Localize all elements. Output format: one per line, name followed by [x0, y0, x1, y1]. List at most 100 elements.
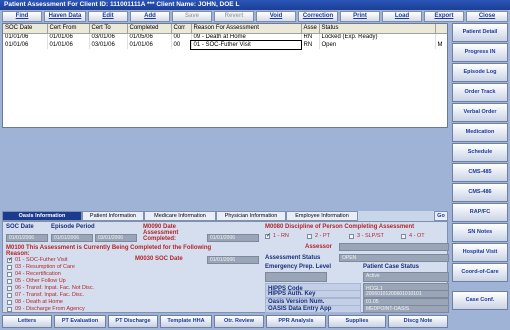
oasis-data-entry-app-field[interactable]: MEDPOINT-OASIS [363, 305, 449, 313]
discg-note-button[interactable]: Discg Note [388, 315, 448, 328]
sidebar-item-hospital-visit[interactable]: Hospital Visit [452, 243, 508, 262]
oasis-data-entry-app-label: OASIS Data Entry App [265, 305, 361, 313]
assessment-status-field[interactable]: OPEN [339, 254, 449, 262]
sidebar-item-medication[interactable]: Medication [452, 123, 508, 142]
column-header-reason[interactable]: Reason For Assessment [191, 24, 302, 34]
edit-button[interactable]: Edit [88, 11, 128, 22]
cell-cert-to: 03/01/06 [89, 33, 128, 41]
assessor-field[interactable] [339, 243, 449, 251]
reason-checkbox-09[interactable] [7, 307, 12, 312]
table-row[interactable]: 01/01/06 01/01/06 03/01/06 01/05/06 00 0… [3, 33, 447, 41]
cell-assessor: RN [301, 41, 320, 49]
sidebar-item-case-conf[interactable]: Case Conf. [452, 291, 508, 310]
episode-from-field[interactable]: 01/01/2006 [51, 234, 93, 242]
ppr-analysis-button[interactable]: PPR Analysis [266, 315, 326, 328]
reason-label-01: 01 - SOC-Futher Visit [15, 257, 68, 263]
cell-reason[interactable]: 01 - SOC-Futher Visit [190, 40, 302, 50]
cell-extra [435, 33, 447, 41]
discipline-checkbox-ot[interactable] [401, 234, 406, 239]
correction-button[interactable]: Correction [298, 11, 338, 22]
haven-data-button[interactable]: Haven Data [44, 11, 86, 22]
hipps-auth-key-field[interactable]: 20060101200601010101 [363, 290, 449, 298]
episode-to-field[interactable]: 03/01/2006 [95, 234, 137, 242]
sidebar-item-patient-detail[interactable]: Patient Detail [452, 23, 508, 42]
reason-checkbox-03[interactable] [7, 265, 12, 270]
discipline-checkbox-pt[interactable] [307, 234, 312, 239]
sidebar-item-order-track[interactable]: Order Track [452, 83, 508, 102]
print-button[interactable]: Print [340, 11, 380, 22]
column-header-soc-date[interactable]: SOC Date [3, 24, 48, 34]
reason-checkbox-04[interactable] [7, 272, 12, 277]
template-hha-button[interactable]: Template HHA [160, 315, 212, 328]
table-row[interactable]: 01/01/06 01/01/06 03/01/06 01/01/06 00 0… [3, 40, 447, 50]
tab-patient-information[interactable]: Patient Information [82, 211, 144, 221]
sidebar-item-sn-notes[interactable]: SN Notes [452, 223, 508, 242]
sidebar-item-coord-of-care[interactable]: Coord-of-Care [452, 263, 508, 282]
reason-checkbox-07[interactable] [7, 293, 12, 298]
reason-checkbox-06[interactable] [7, 286, 12, 291]
cell-assessor: RN [301, 33, 320, 41]
sidebar-item-episode-log[interactable]: Episode Log [452, 63, 508, 82]
emergency-prep-select[interactable] [265, 272, 327, 282]
sidebar-item-verbal-order[interactable]: Verbal Order [452, 103, 508, 122]
tab-medicare-information[interactable]: Medicare Information [144, 211, 216, 221]
cell-extra: M [435, 41, 447, 49]
column-header-completed[interactable]: Completed [127, 24, 172, 34]
discipline-checkbox-slp[interactable] [349, 234, 354, 239]
column-header-cert-to[interactable]: Cert To [89, 24, 128, 34]
pt-discharge-button[interactable]: PT Discharge [108, 315, 158, 328]
sidebar-item-cms-485[interactable]: CMS-485 [452, 163, 508, 182]
add-button[interactable]: Add [130, 11, 170, 22]
patient-case-status-select[interactable]: Active [363, 272, 449, 282]
cell-soc-date: 01/01/06 [3, 41, 48, 49]
reason-checkbox-01[interactable] [7, 256, 13, 263]
reason-checkbox-08[interactable] [7, 300, 12, 305]
cell-completed: 01/01/06 [127, 41, 172, 49]
patient-case-status-label: Patient Case Status [363, 264, 420, 270]
sidebar-item-schedule[interactable]: Schedule [452, 143, 508, 162]
tab-oasis-information[interactable]: Oasis Information [2, 211, 82, 221]
window-title: Patient Assessment For Client ID: 111001… [0, 0, 510, 10]
letters-button[interactable]: Letters [2, 315, 52, 328]
column-header-assessor[interactable]: Asse [301, 24, 320, 34]
cell-reason: 09 - Death at Home [191, 33, 302, 41]
sidebar-item-cms-486[interactable]: CMS-486 [452, 183, 508, 202]
assessment-grid[interactable]: SOC Date Cert From Cert To Completed Cor… [2, 23, 448, 128]
tab-physician-information[interactable]: Physician Information [216, 211, 286, 221]
column-header-cert-from[interactable]: Cert From [47, 24, 90, 34]
discipline-label-ot: 4 - OT [409, 233, 425, 239]
tab-employee-information[interactable]: Employee Information [286, 211, 358, 221]
discipline-label-rn: 1 - RN [273, 233, 289, 239]
load-button[interactable]: Load [382, 11, 422, 22]
reason-label-06: 06 - Transf. Inpat. Fac. Not Disc. [15, 285, 95, 291]
reason-label-05: 05 - Other Follow Up [15, 278, 66, 284]
column-header-extra[interactable] [435, 24, 447, 34]
soc-date-field[interactable]: 01/01/2006 [6, 234, 48, 242]
column-header-corr[interactable]: Corr [171, 24, 192, 34]
export-button[interactable]: Export [424, 11, 464, 22]
find-button[interactable]: Find [2, 11, 42, 22]
reason-checkbox-05[interactable] [7, 279, 12, 284]
otr-review-button[interactable]: Otr. Review [214, 315, 264, 328]
m0030-date-field[interactable]: 01/01/2006 [207, 256, 259, 264]
tab-bar: Oasis Information Patient Information Me… [2, 211, 448, 221]
pt-evaluation-button[interactable]: PT Evaluation [54, 315, 106, 328]
m0090-label: M0090 Date Assessment Completed: [143, 224, 179, 242]
m0100-label: M0100 This Assessment is Currently Being… [6, 245, 212, 257]
cell-status: Open [319, 41, 436, 49]
revert-button[interactable]: Revert [214, 11, 254, 22]
save-button[interactable]: Save [172, 11, 212, 22]
reason-label-03: 03 - Resumption of Care [15, 264, 75, 270]
m0090-date-field[interactable]: 01/01/2006 [207, 234, 259, 242]
toolbar: Find Haven Data Edit Add Save Revert Voi… [2, 11, 508, 22]
supplies-button[interactable]: Supplies [328, 315, 386, 328]
void-button[interactable]: Void [256, 11, 296, 22]
sidebar-item-progress-in[interactable]: Progress IN [452, 43, 508, 62]
hipps-auth-key-label: HIPPS Auth. Key [265, 290, 361, 298]
go-button[interactable]: Go [434, 211, 448, 221]
close-button[interactable]: Close [466, 11, 508, 22]
column-header-status[interactable]: Status [319, 24, 436, 34]
discipline-checkbox-rn[interactable] [265, 232, 271, 239]
sidebar-item-rap-fc[interactable]: RAP/FC [452, 203, 508, 222]
reason-label-04: 04 - Recertification [15, 271, 61, 277]
